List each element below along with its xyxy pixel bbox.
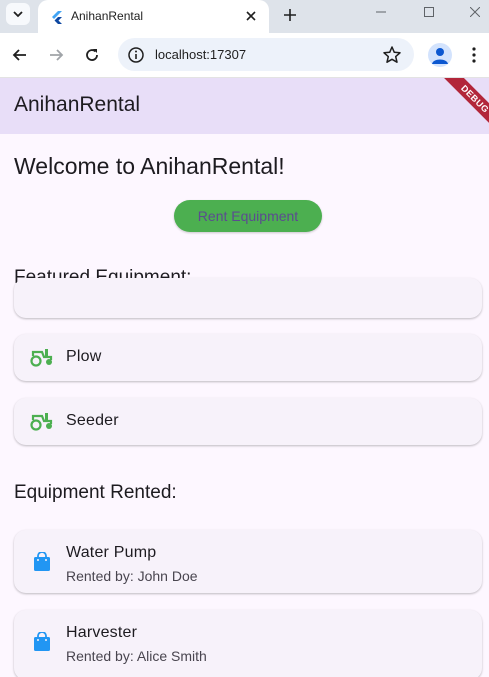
- plus-icon: [284, 9, 296, 21]
- shopping-bag-icon: [30, 550, 54, 574]
- more-vert-icon: [472, 47, 476, 63]
- tab-search-button[interactable]: [6, 3, 30, 25]
- close-window-button[interactable]: [460, 2, 489, 22]
- shopping-bag-icon: [30, 630, 54, 654]
- browser-menu-button[interactable]: [466, 43, 482, 67]
- maximize-icon: [424, 7, 434, 17]
- back-button[interactable]: [6, 41, 34, 69]
- card-title: Seeder: [66, 412, 119, 429]
- rented-item-water-pump[interactable]: Water Pump Rented by: John Doe: [14, 530, 482, 593]
- tractor-icon: [30, 409, 54, 433]
- flutter-icon: [52, 11, 62, 24]
- info-icon: [128, 47, 144, 63]
- card-title: Plow: [66, 348, 102, 365]
- browser-tab[interactable]: AnihanRental: [38, 0, 269, 33]
- profile-avatar[interactable]: [428, 43, 452, 67]
- rented-item-harvester[interactable]: Harvester Rented by: Alice Smith: [14, 610, 482, 677]
- card-subtitle: Rented by: Alice Smith: [66, 648, 207, 664]
- minimize-button[interactable]: [366, 2, 396, 22]
- list-item[interactable]: [14, 278, 482, 318]
- card-subtitle: Rented by: John Doe: [66, 568, 198, 584]
- card-title: Harvester: [66, 624, 138, 641]
- close-icon: [246, 11, 256, 21]
- browser-toolbar: localhost:17307: [0, 33, 489, 78]
- rented-heading: Equipment Rented:: [14, 482, 177, 503]
- tractor-icon: [30, 345, 54, 369]
- person-icon: [432, 48, 448, 64]
- new-tab-button[interactable]: [279, 4, 301, 26]
- welcome-heading: Welcome to AnihanRental!: [14, 153, 285, 179]
- app-viewport: AnihanRental DEBUG Welcome to AnihanRent…: [0, 78, 489, 677]
- tab-title: AnihanRental: [71, 9, 144, 23]
- maximize-button[interactable]: [414, 2, 444, 22]
- chevron-down-icon: [13, 11, 23, 18]
- card-title: Water Pump: [66, 544, 157, 561]
- arrow-left-icon: [12, 49, 26, 61]
- app-bar: AnihanRental: [0, 78, 489, 134]
- featured-item-seeder[interactable]: Seeder: [14, 398, 482, 445]
- bookmark-star-icon[interactable]: [382, 45, 402, 65]
- close-icon: [470, 7, 480, 17]
- reload-button[interactable]: [78, 41, 106, 69]
- reload-icon: [86, 49, 98, 61]
- featured-item-plow[interactable]: Plow: [14, 334, 482, 381]
- arrow-right-icon: [50, 49, 64, 61]
- url-text: localhost:17307: [155, 47, 247, 62]
- minimize-icon: [376, 11, 386, 13]
- rent-equipment-button[interactable]: Rent Equipment: [174, 200, 322, 232]
- forward-button[interactable]: [42, 41, 70, 69]
- tab-strip: AnihanRental: [0, 0, 489, 33]
- address-bar[interactable]: localhost:17307: [118, 38, 414, 71]
- browser-chrome: AnihanRental localhost:17307: [0, 0, 489, 78]
- app-title: AnihanRental: [14, 93, 141, 116]
- close-tab-button[interactable]: [241, 6, 261, 26]
